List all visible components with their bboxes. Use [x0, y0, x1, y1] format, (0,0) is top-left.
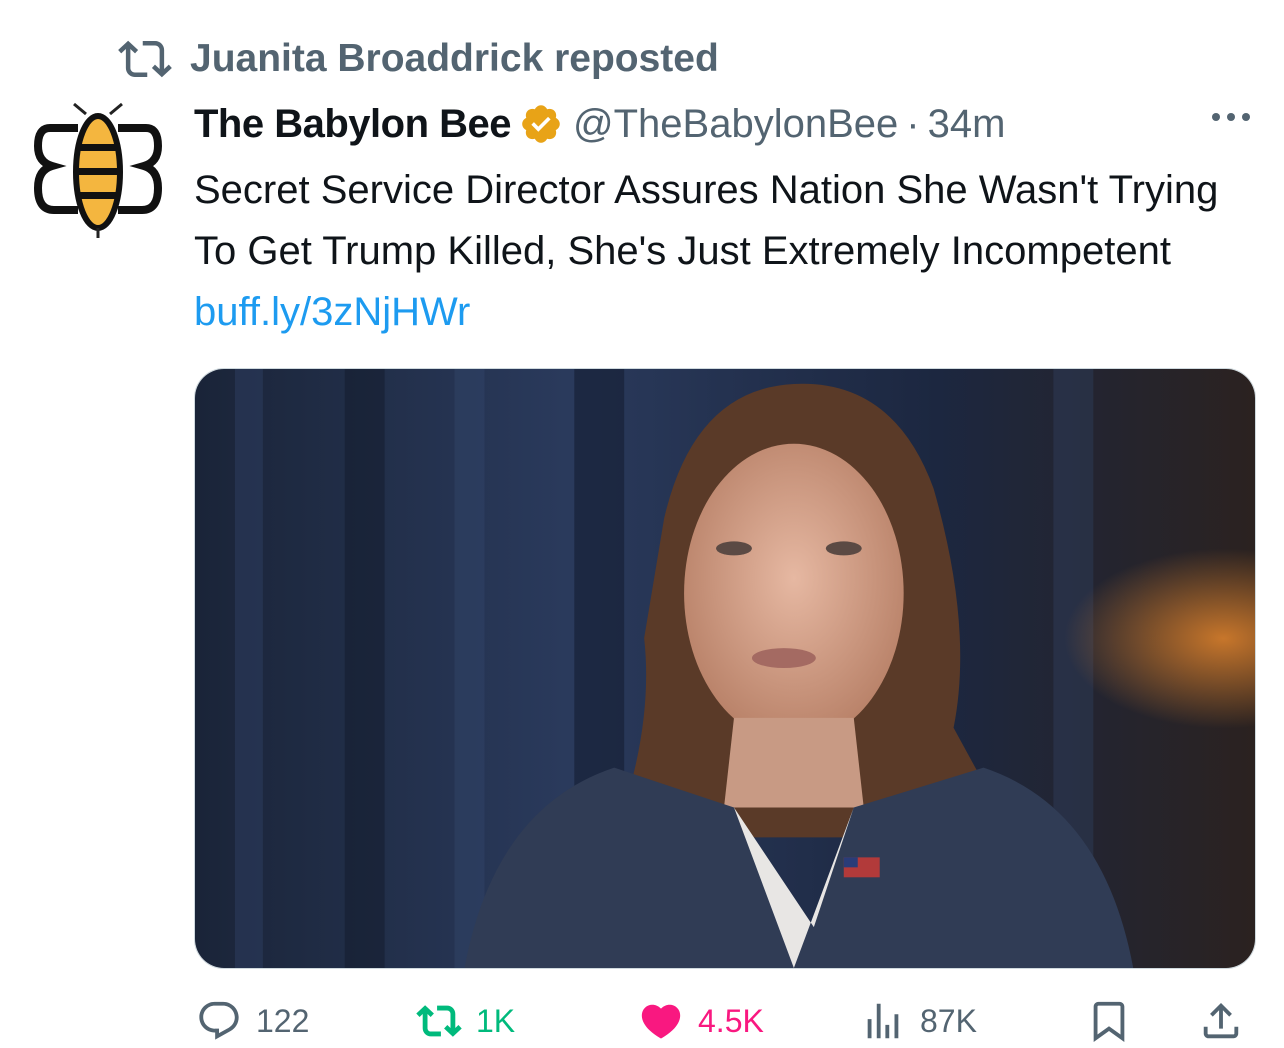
tweet-link[interactable]: buff.ly/3zNjHWr: [194, 290, 470, 334]
tweet-header: The Babylon Bee @TheBabylonBee · 34m: [194, 96, 1254, 152]
separator-dot: ·: [906, 101, 920, 146]
retweet-icon: [118, 40, 172, 78]
heart-filled-icon: [641, 1004, 681, 1039]
photo-icon: [195, 369, 1255, 968]
like-count: 4.5K: [698, 1002, 764, 1039]
reply-count: 122: [256, 1002, 310, 1039]
views-button[interactable]: 87K: [860, 994, 977, 1048]
more-options-icon[interactable]: [1208, 102, 1254, 132]
action-bar: 122 1K 4.5K 87K: [194, 994, 1256, 1048]
timestamp[interactable]: 34m: [928, 102, 1006, 147]
repost-label: Juanita Broaddrick reposted: [190, 37, 719, 80]
bookmark-button[interactable]: [1086, 994, 1146, 1048]
avatar[interactable]: [33, 100, 163, 240]
share-icon: [1203, 1002, 1239, 1039]
babylon-bee-logo-icon: [33, 102, 163, 238]
display-name[interactable]: The Babylon Bee: [194, 102, 512, 147]
like-button[interactable]: 4.5K: [638, 994, 764, 1048]
analytics-icon: [867, 1003, 899, 1039]
repost-header[interactable]: Juanita Broaddrick reposted: [118, 32, 719, 86]
reply-icon: [199, 1001, 239, 1040]
retweet-button[interactable]: 1K: [416, 994, 515, 1048]
verified-badge-icon[interactable]: [519, 102, 563, 146]
author-handle[interactable]: @TheBabylonBee: [573, 102, 898, 147]
bookmark-icon: [1093, 1001, 1125, 1042]
reply-button[interactable]: 122: [196, 994, 309, 1048]
retweet-count: 1K: [476, 1002, 516, 1039]
tweet-media-image[interactable]: [194, 368, 1256, 969]
tweet-body: Secret Service Director Assures Nation S…: [194, 168, 1219, 273]
share-button[interactable]: [1198, 994, 1258, 1048]
views-count: 87K: [920, 1002, 977, 1039]
retweet-active-icon: [416, 1005, 462, 1037]
tweet-text: Secret Service Director Assures Nation S…: [194, 160, 1254, 343]
